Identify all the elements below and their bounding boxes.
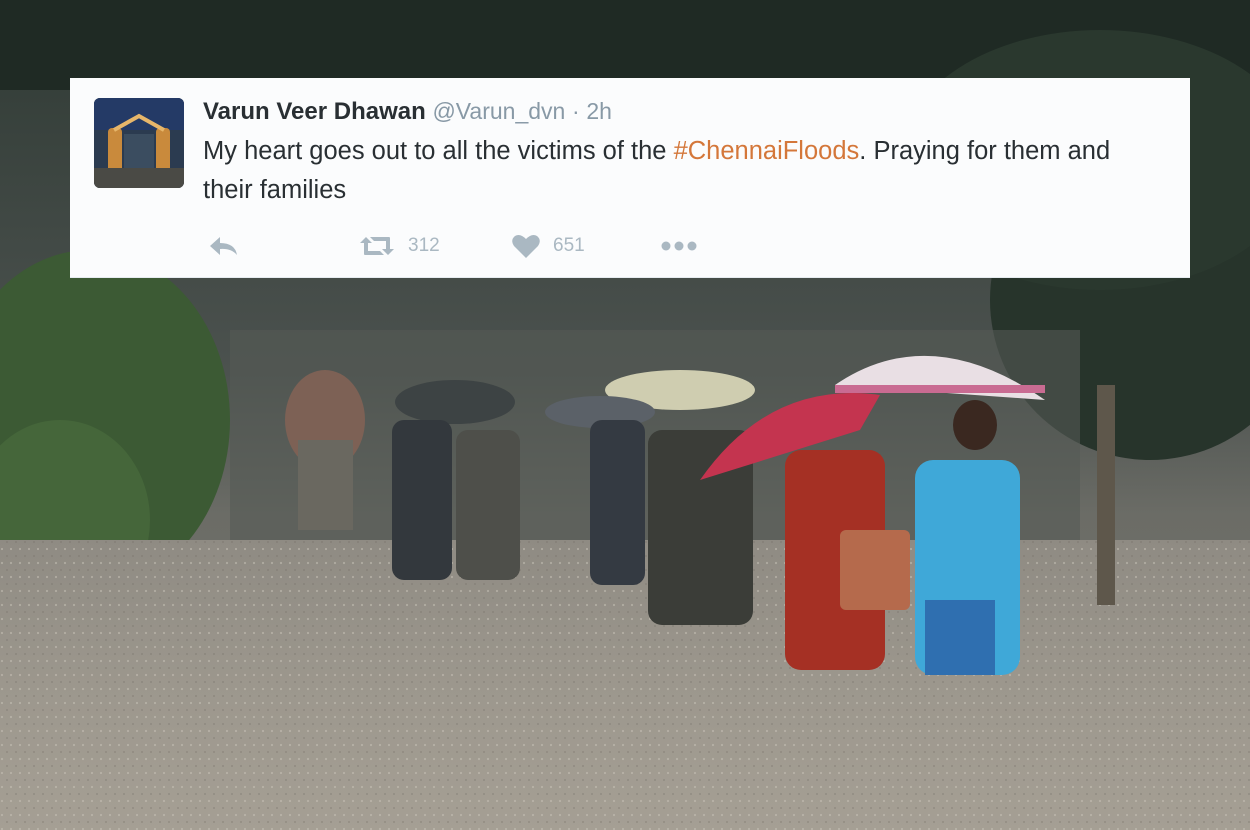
- tweet-actions: 312 651: [203, 230, 903, 262]
- tweet-text: My heart goes out to all the victims of …: [203, 132, 1163, 210]
- reply-icon: [210, 237, 237, 255]
- tweet-card: Varun Veer Dhawan @Varun_dvn · 2h My hea…: [70, 78, 1190, 278]
- header-separator: ·: [572, 98, 580, 124]
- tweet-header: Varun Veer Dhawan @Varun_dvn · 2h: [203, 96, 612, 127]
- user-handle[interactable]: @Varun_dvn: [432, 98, 565, 124]
- retweet-icon: [360, 237, 394, 255]
- retweet-button[interactable]: 312: [358, 230, 440, 262]
- like-button[interactable]: 651: [511, 230, 585, 262]
- avatar[interactable]: [94, 98, 184, 188]
- reply-button[interactable]: [207, 230, 241, 262]
- display-name[interactable]: Varun Veer Dhawan: [203, 98, 426, 125]
- tweet-timestamp[interactable]: 2h: [586, 98, 612, 124]
- hashtag-link[interactable]: #ChennaiFloods: [674, 137, 860, 165]
- retweet-count: 312: [408, 235, 440, 256]
- tweet-text-before: My heart goes out to all the victims of …: [203, 137, 674, 165]
- more-dots-icon: [661, 241, 697, 251]
- more-button[interactable]: [660, 230, 700, 262]
- like-count: 651: [553, 235, 585, 256]
- avatar-image: [94, 98, 184, 188]
- heart-icon: [512, 235, 540, 258]
